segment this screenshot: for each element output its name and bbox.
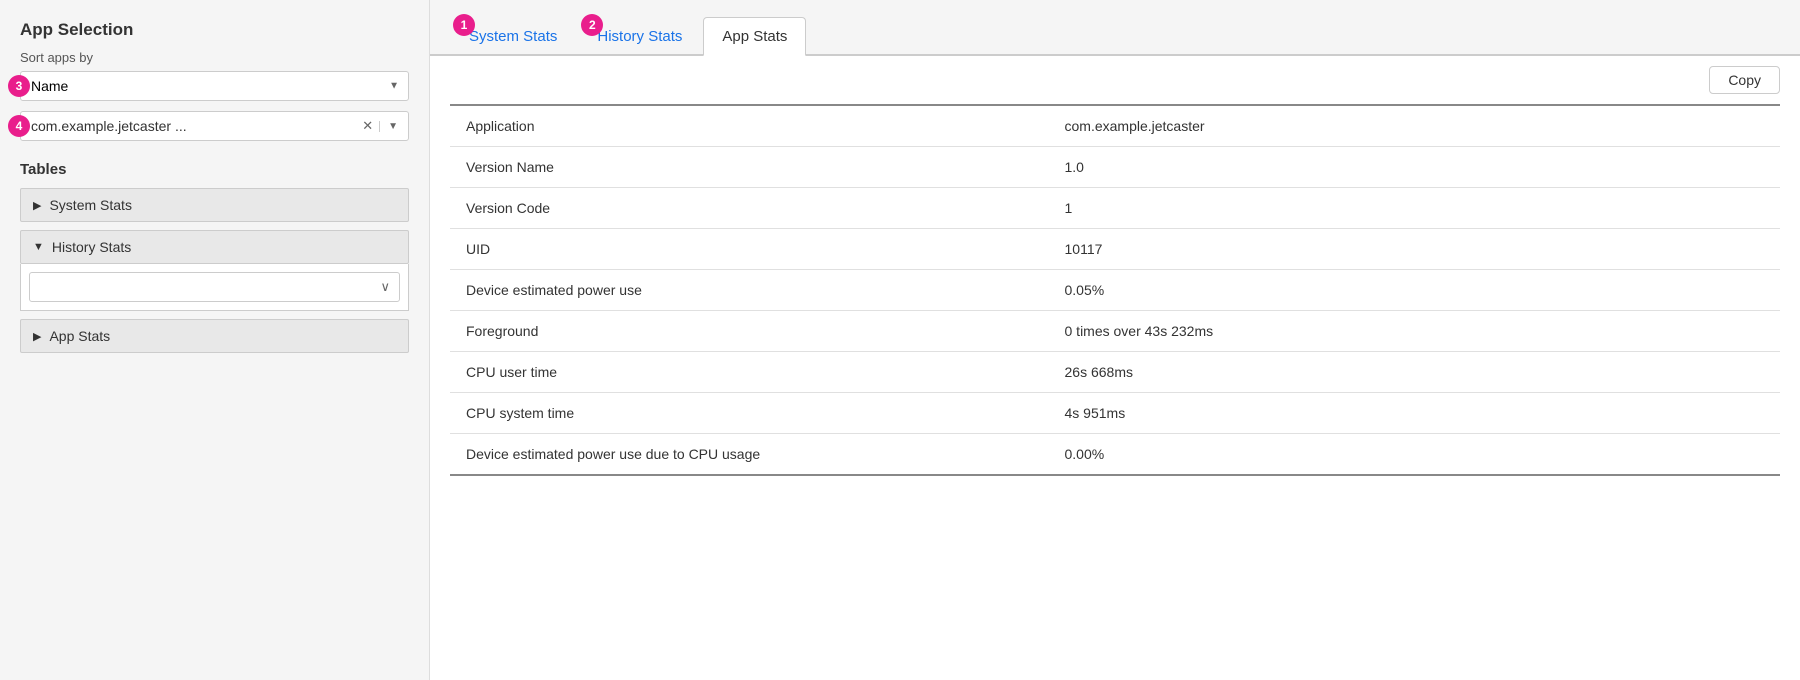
sidebar-title: App Selection (20, 20, 409, 40)
history-stats-select-wrapper (29, 272, 400, 302)
table-cell-value: 0.00% (1049, 434, 1781, 476)
table-cell-value: 10117 (1049, 229, 1781, 270)
table-cell-value: 1 (1049, 188, 1781, 229)
table-cell-key: Foreground (450, 311, 1049, 352)
sort-label: Sort apps by (20, 50, 409, 65)
table-group-system-stats: ▶ System Stats (20, 188, 409, 222)
table-cell-key: Application (450, 105, 1049, 147)
tab-system-stats-label: System Stats (469, 28, 557, 45)
table-row: CPU system time4s 951ms (450, 393, 1780, 434)
table-cell-key: Version Code (450, 188, 1049, 229)
table-group-header-system-stats[interactable]: ▶ System Stats (20, 188, 409, 222)
table-group-label-history-stats: History Stats (52, 239, 131, 255)
sidebar: App Selection Sort apps by 3 Name Usage … (0, 0, 430, 680)
table-row: UID10117 (450, 229, 1780, 270)
stats-table: Applicationcom.example.jetcasterVersion … (450, 104, 1780, 476)
table-row: Foreground0 times over 43s 232ms (450, 311, 1780, 352)
app-dropdown-arrow[interactable]: ▼ (379, 121, 398, 132)
copy-bar: Copy (430, 56, 1800, 104)
table-cell-key: Device estimated power use due to CPU us… (450, 434, 1049, 476)
table-cell-value: 0 times over 43s 232ms (1049, 311, 1781, 352)
tab-history-stats[interactable]: 2 History Stats (578, 17, 701, 56)
app-select-input[interactable]: com.example.jetcaster ... ✕ ▼ (20, 111, 409, 141)
table-group-label-system-stats: System Stats (49, 197, 131, 213)
app-value: com.example.jetcaster ... (31, 118, 362, 134)
table-group-body-history-stats (20, 264, 409, 311)
tabs-bar: 1 System Stats 2 History Stats App Stats (430, 0, 1800, 56)
history-stats-select[interactable] (29, 272, 400, 302)
data-table: Applicationcom.example.jetcasterVersion … (430, 104, 1800, 680)
table-cell-value: 26s 668ms (1049, 352, 1781, 393)
table-cell-key: Version Name (450, 147, 1049, 188)
table-cell-value: 4s 951ms (1049, 393, 1781, 434)
table-cell-value: 1.0 (1049, 147, 1781, 188)
main-content: 1 System Stats 2 History Stats App Stats… (430, 0, 1800, 680)
badge-4: 4 (8, 115, 30, 137)
table-group-label-app-stats: App Stats (49, 328, 110, 344)
table-cell-key: CPU user time (450, 352, 1049, 393)
table-group-app-stats: ▶ App Stats (20, 319, 409, 353)
table-group-header-history-stats[interactable]: ▼ History Stats (20, 230, 409, 264)
table-row: Device estimated power use due to CPU us… (450, 434, 1780, 476)
app-clear-button[interactable]: ✕ (362, 118, 373, 134)
tab-system-stats[interactable]: 1 System Stats (450, 17, 576, 56)
table-cell-key: CPU system time (450, 393, 1049, 434)
table-group-history-stats: ▼ History Stats (20, 230, 409, 311)
table-row: CPU user time26s 668ms (450, 352, 1780, 393)
sort-select-wrapper: 3 Name Usage Size (20, 71, 409, 101)
table-group-header-app-stats[interactable]: ▶ App Stats (20, 319, 409, 353)
tab-app-stats[interactable]: App Stats (703, 17, 806, 56)
tab-app-stats-label: App Stats (722, 28, 787, 45)
table-row: Device estimated power use0.05% (450, 270, 1780, 311)
table-row: Version Name1.0 (450, 147, 1780, 188)
sort-select[interactable]: Name Usage Size (20, 71, 409, 101)
table-row: Applicationcom.example.jetcaster (450, 105, 1780, 147)
badge-3: 3 (8, 75, 30, 97)
tables-section-title: Tables (20, 161, 409, 178)
tab-history-stats-label: History Stats (597, 28, 682, 45)
table-row: Version Code1 (450, 188, 1780, 229)
arrow-right-icon-app: ▶ (33, 330, 41, 343)
badge-1: 1 (453, 14, 475, 36)
table-cell-key: UID (450, 229, 1049, 270)
table-cell-value: 0.05% (1049, 270, 1781, 311)
arrow-down-icon: ▼ (33, 241, 44, 253)
app-select-wrapper: 4 com.example.jetcaster ... ✕ ▼ (20, 111, 409, 141)
table-cell-key: Device estimated power use (450, 270, 1049, 311)
table-cell-value: com.example.jetcaster (1049, 105, 1781, 147)
copy-button[interactable]: Copy (1709, 66, 1780, 94)
arrow-right-icon: ▶ (33, 199, 41, 212)
